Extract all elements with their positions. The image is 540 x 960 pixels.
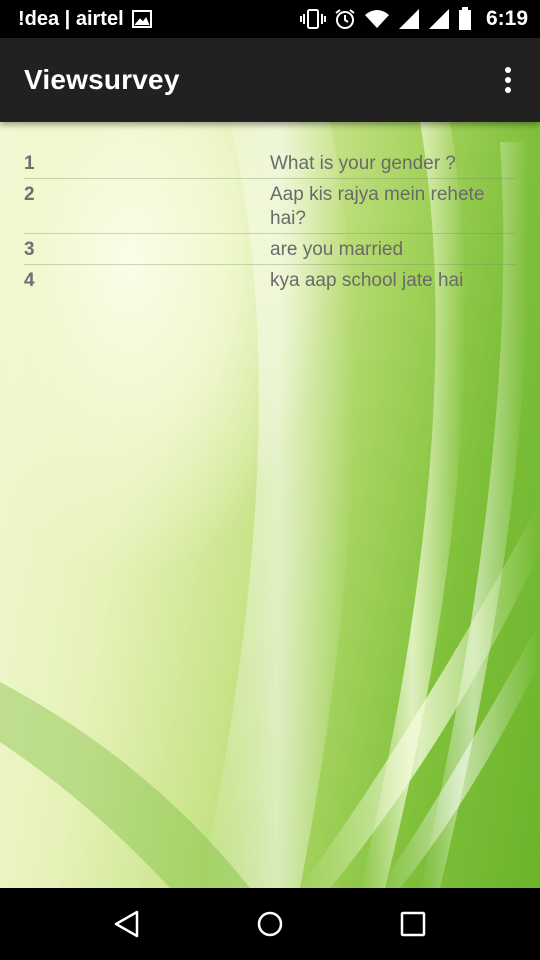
vibrate-icon xyxy=(299,8,326,30)
signal-icon xyxy=(428,8,450,30)
page-title: Viewsurvey xyxy=(24,64,180,95)
survey-row-question: Aap kis rajya mein rehete hai? xyxy=(270,184,485,229)
survey-row-question: are you married xyxy=(270,239,404,260)
overflow-dot xyxy=(505,87,511,93)
back-icon[interactable] xyxy=(95,892,159,956)
overflow-menu-icon[interactable] xyxy=(496,60,520,100)
survey-list: 1 What is your gender ? 2 Aap kis rajya … xyxy=(24,148,516,295)
status-bar: !dea | airtel 6:19 xyxy=(0,0,540,38)
survey-row[interactable]: 3 are you married xyxy=(24,234,516,265)
survey-row-number: 2 xyxy=(24,184,35,205)
survey-row-number: 1 xyxy=(24,153,35,174)
screen: !dea | airtel 6:19 Viewsurvey 1 What is … xyxy=(0,0,540,960)
survey-row-question: What is your gender ? xyxy=(270,153,456,174)
overflow-dot xyxy=(505,67,511,73)
overflow-dot xyxy=(505,77,511,83)
survey-row-number: 3 xyxy=(24,239,35,260)
battery-icon xyxy=(458,7,472,31)
status-left: !dea | airtel xyxy=(18,8,152,31)
carrier-label: !dea | airtel xyxy=(18,7,124,30)
survey-row[interactable]: 2 Aap kis rajya mein rehete hai? xyxy=(24,179,516,234)
survey-row-question: kya aap school jate hai xyxy=(270,270,464,291)
image-icon xyxy=(131,10,152,28)
survey-content: 1 What is your gender ? 2 Aap kis rajya … xyxy=(0,122,540,888)
alarm-icon xyxy=(334,8,356,30)
status-right: 6:19 xyxy=(299,7,528,31)
wifi-icon xyxy=(364,9,390,29)
survey-row-number: 4 xyxy=(24,270,35,291)
recents-icon[interactable] xyxy=(381,892,445,956)
survey-row[interactable]: 1 What is your gender ? xyxy=(24,148,516,179)
navigation-bar xyxy=(0,888,540,960)
app-bar: Viewsurvey xyxy=(0,38,540,122)
signal-icon xyxy=(398,8,420,30)
clock-time: 6:19 xyxy=(485,7,528,30)
home-icon[interactable] xyxy=(238,892,302,956)
survey-row[interactable]: 4 kya aap school jate hai xyxy=(24,265,516,295)
